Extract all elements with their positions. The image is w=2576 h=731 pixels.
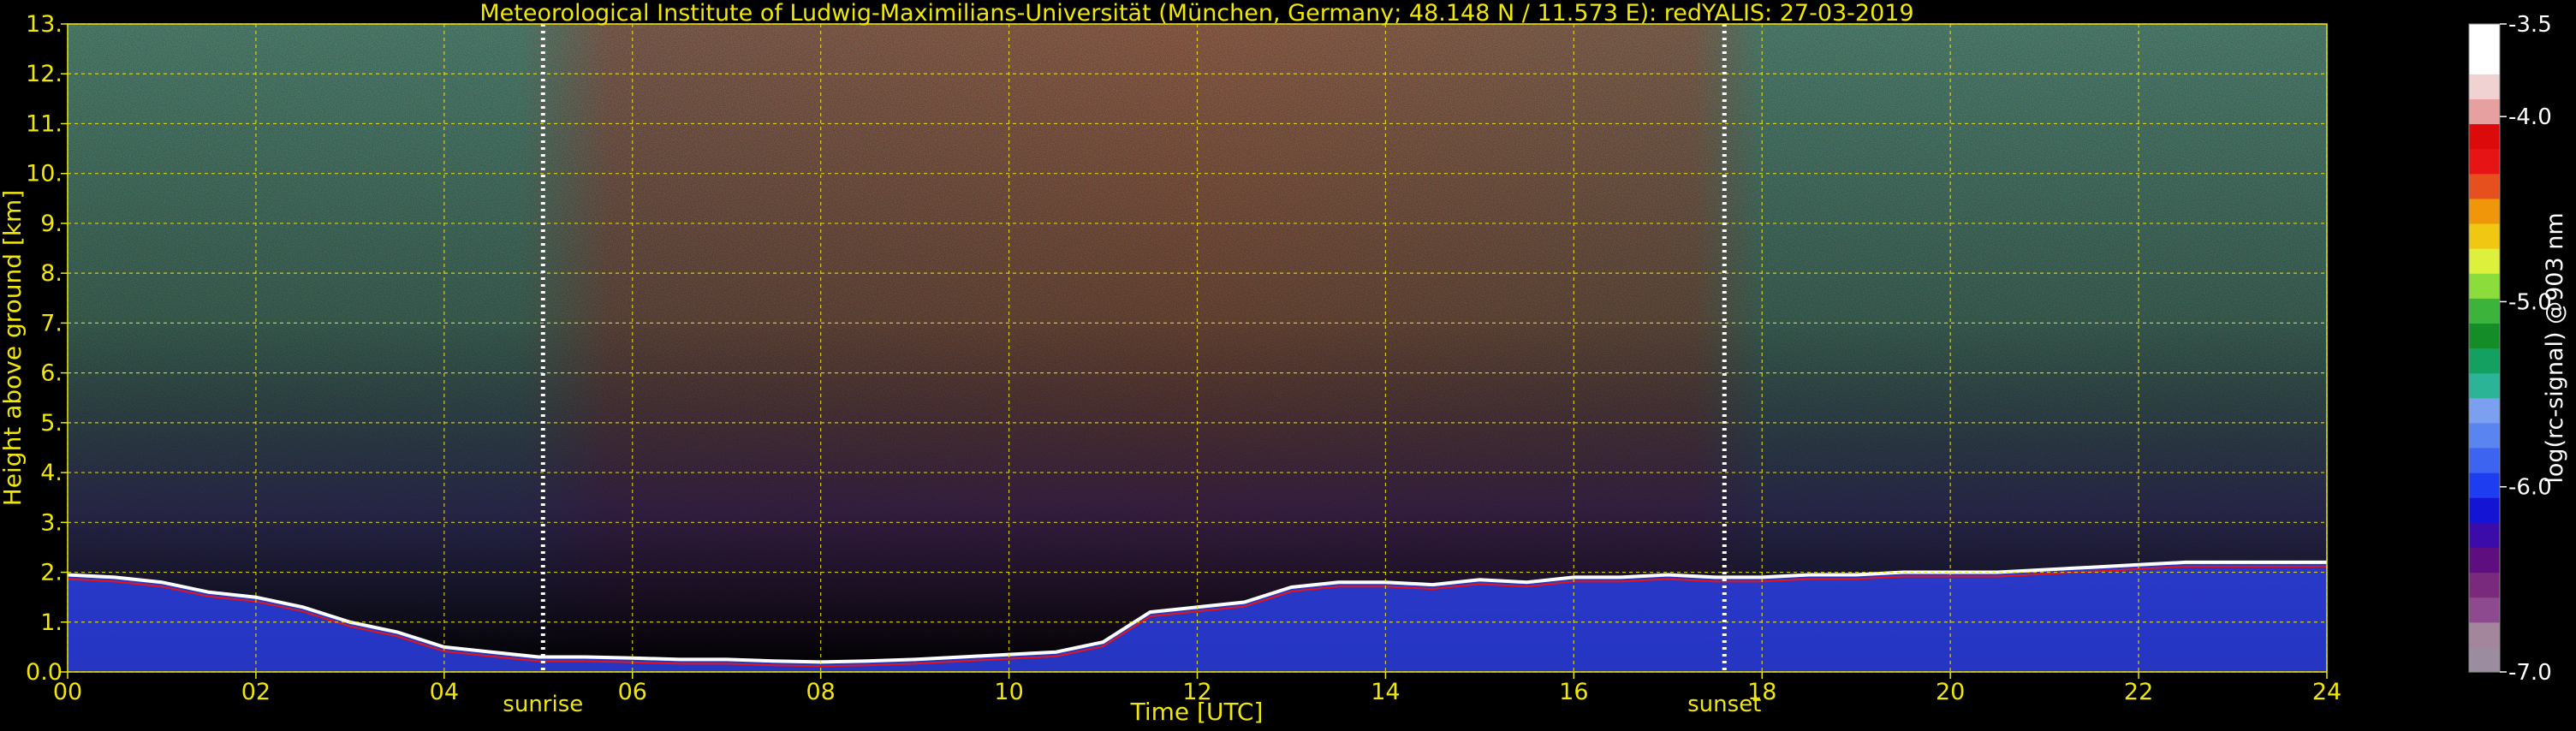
colorbar-segment (2469, 572, 2500, 598)
colorbar-segment (2469, 323, 2500, 349)
x-tick-label: 18 (1747, 679, 1776, 705)
x-tick-label: 08 (806, 679, 835, 705)
colorbar-segment (2469, 24, 2500, 50)
colorbar-label: log(rc-signal) @903 nm (2542, 212, 2568, 483)
y-axis-label: Height above ground [km] (0, 190, 27, 507)
x-tick-label: 16 (1559, 679, 1588, 705)
x-tick-label: 10 (994, 679, 1023, 705)
colorbar-segment (2469, 173, 2500, 199)
y-tick-label: 13. (26, 11, 62, 38)
colorbar-segment (2469, 348, 2500, 374)
x-tick-label: 04 (430, 679, 459, 705)
y-tick-label: 12. (26, 61, 62, 87)
colorbar-segment (2469, 397, 2500, 424)
x-tick-label: 02 (241, 679, 271, 705)
colorbar-segment (2469, 472, 2500, 498)
y-tick-label: 0.0 (26, 659, 62, 686)
x-tick-label: 14 (1371, 679, 1400, 705)
chart-title: Meteorological Institute of Ludwig-Maxim… (479, 0, 1913, 27)
colorbar-segment (2469, 98, 2500, 125)
y-tick-label: 9. (40, 211, 62, 237)
colorbar-tick-label: -7.0 (2508, 660, 2552, 686)
x-tick-label: 06 (618, 679, 647, 705)
colorbar-segment (2469, 198, 2500, 224)
y-tick-label: 6. (40, 360, 62, 387)
colorbar-tick-label: -4.0 (2508, 104, 2552, 130)
y-tick-label: 7. (40, 310, 62, 336)
colorbar-segment (2469, 372, 2500, 399)
colorbar-segment (2469, 522, 2500, 549)
sunrise-label: sunrise (503, 692, 583, 717)
y-tick-label: 11. (26, 110, 62, 137)
colorbar-segment (2469, 422, 2500, 449)
y-tick-label: 1. (40, 609, 62, 636)
chart-svg: sunrise sunset00 02 04 06 08 10 12 14 16 18 20 22 240… (0, 0, 2568, 726)
x-tick-label: 24 (2312, 679, 2341, 705)
lidar-chart: sunrise sunset 00 02 04 06 08 10 12 14 16 18 20 22 24 0… (0, 0, 2576, 728)
colorbar-segment (2469, 298, 2500, 324)
y-tick-label: 8. (40, 260, 62, 287)
y-tick-label: 2. (40, 560, 62, 586)
colorbar-segment (2469, 447, 2500, 473)
colorbar-segment (2469, 646, 2500, 673)
colorbar-segment (2469, 223, 2500, 249)
colorbar-segment (2469, 547, 2500, 574)
x-tick-label: 20 (1936, 679, 1965, 705)
colorbar-segment (2469, 597, 2500, 623)
colorbar-segment (2469, 123, 2500, 150)
colorbar-segment (2469, 497, 2500, 523)
colorbar-segment (2469, 248, 2500, 274)
colorbar-segment (2469, 148, 2500, 175)
colorbar-segment (2469, 49, 2500, 74)
y-tick-label: 3. (40, 509, 62, 536)
y-tick-label: 4. (40, 460, 62, 486)
colorbar-tick-label: -3.5 (2508, 12, 2552, 38)
y-tick-label: 10. (26, 161, 62, 187)
x-axis-label: Time [UTC] (1130, 698, 1264, 726)
x-tick-label: 22 (2124, 679, 2153, 705)
colorbar-segment (2469, 74, 2500, 99)
y-tick-label: 5. (40, 410, 62, 437)
colorbar-segment (2469, 621, 2500, 648)
colorbar-segment (2469, 273, 2500, 299)
